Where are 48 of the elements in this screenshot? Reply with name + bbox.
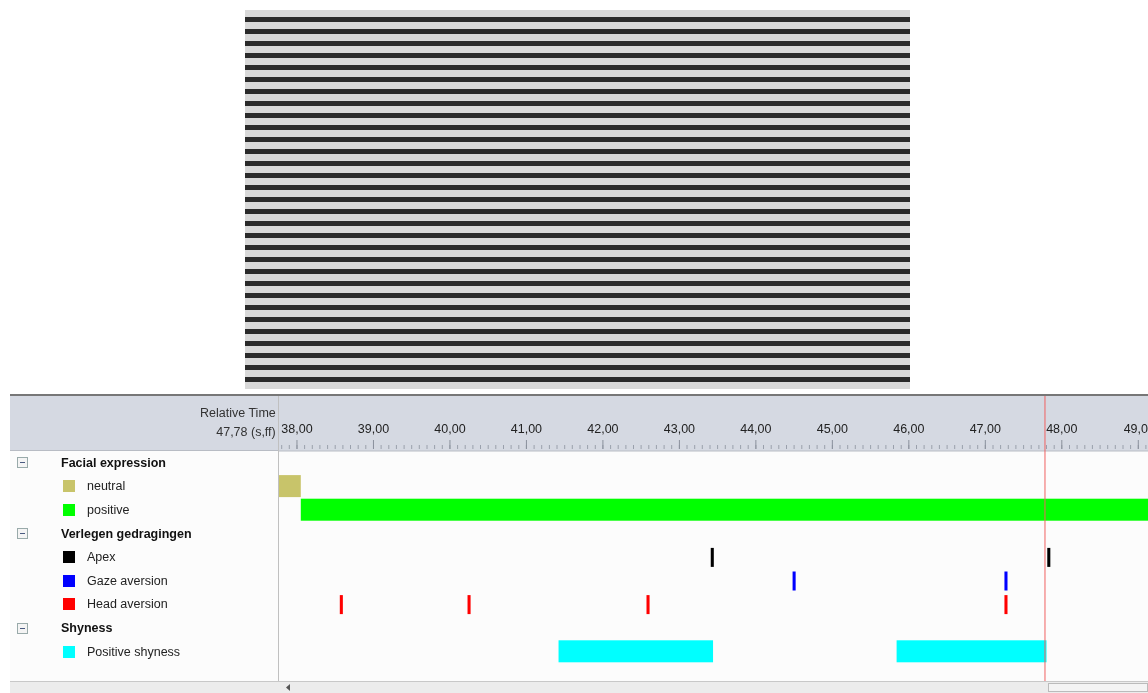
behavior-label[interactable]: Apex: [87, 550, 116, 565]
tick-label: 43,00: [663, 422, 695, 437]
tick-label: 38,00: [281, 422, 313, 437]
scroll-left-icon[interactable]: [286, 684, 291, 692]
behavior-label[interactable]: Positive shyness: [87, 644, 181, 659]
tick-label: 44,00: [740, 422, 772, 437]
event-marker: [1004, 595, 1008, 615]
tick-label: 42,00: [587, 422, 619, 437]
tick-label: 45,00: [816, 422, 848, 437]
major-tick: [1061, 439, 1063, 450]
event-marker: [792, 571, 796, 591]
major-tick: [372, 439, 374, 450]
event-marker: [1004, 571, 1008, 591]
major-tick: [449, 439, 451, 450]
behavior-label[interactable]: Head aversion: [87, 597, 168, 612]
major-tick: [525, 439, 527, 450]
tick-label: 41,00: [510, 422, 542, 437]
behavior-label[interactable]: positive: [87, 503, 130, 518]
tick-label: 48,00: [1045, 422, 1078, 437]
event-marker: [467, 595, 471, 615]
time-label: Relative Time: [200, 405, 276, 423]
major-tick: [1137, 439, 1139, 450]
major-tick: [602, 439, 604, 450]
major-tick: [755, 439, 757, 450]
group-label[interactable]: Verlegen gedragingen: [61, 526, 192, 541]
tick-label: 39,00: [357, 422, 389, 437]
tick-label: 49,0: [1123, 422, 1148, 437]
tick-label: 46,00: [892, 422, 925, 437]
behavior-label[interactable]: Gaze aversion: [87, 573, 168, 588]
behavior-label[interactable]: neutral: [87, 479, 126, 494]
event-marker: [1047, 548, 1051, 567]
collapse-toggle[interactable]: [17, 528, 28, 540]
major-tick: [296, 439, 298, 450]
tick-label: 47,00: [969, 422, 1001, 437]
major-tick: [908, 439, 910, 450]
major-tick: [678, 439, 680, 450]
event-marker: [339, 595, 343, 615]
group-label[interactable]: Facial expression: [61, 455, 166, 470]
tick-label: 40,00: [434, 422, 466, 437]
event-marker: [710, 548, 714, 567]
scroll-thumb[interactable]: [1048, 683, 1148, 693]
major-tick: [831, 439, 833, 450]
collapse-toggle[interactable]: [17, 622, 28, 634]
group-label[interactable]: Shyness: [61, 621, 113, 636]
event-marker: [646, 595, 650, 615]
collapse-toggle[interactable]: [17, 457, 28, 469]
major-tick: [984, 439, 986, 450]
current-time: 47,78 (s,ff): [216, 424, 276, 442]
